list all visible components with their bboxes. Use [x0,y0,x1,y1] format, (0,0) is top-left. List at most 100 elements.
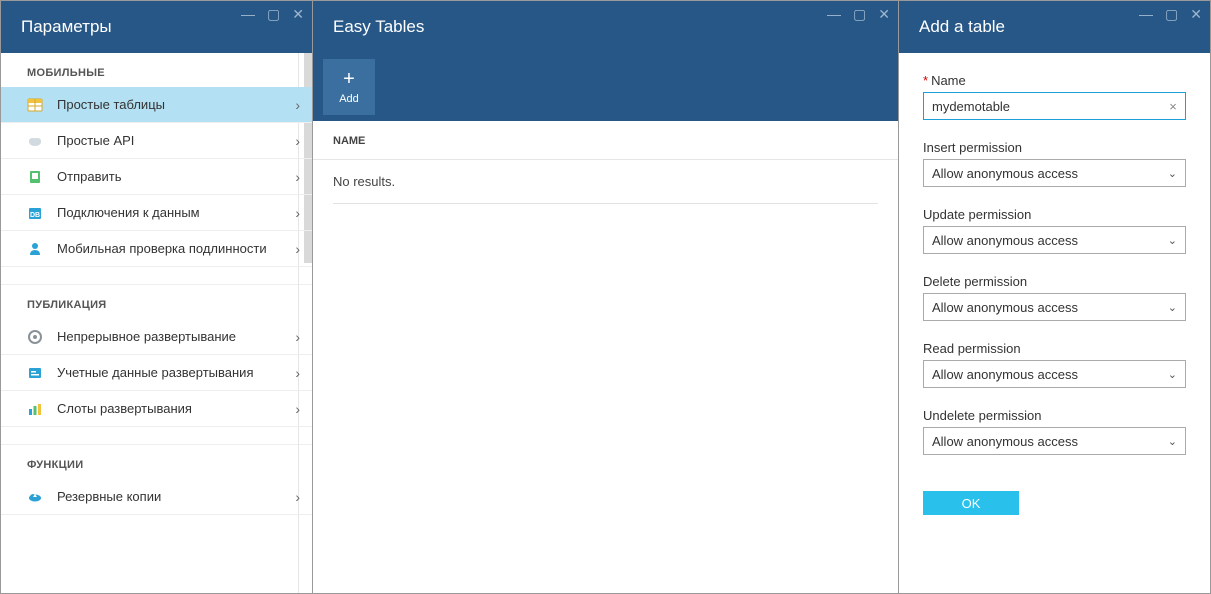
chevron-down-icon: ⌄ [1168,368,1177,381]
chevron-right-icon: › [295,365,300,381]
required-mark: * [923,73,928,88]
label-delete: Delete permission [923,274,1186,289]
ok-button[interactable]: OK [923,491,1019,515]
chevron-right-icon: › [295,169,300,185]
menu-item-data-connections[interactable]: DB Подключения к данным › [1,195,312,231]
blade-body: NAME No results. [313,121,898,593]
select-value: Allow anonymous access [932,367,1078,382]
form-group-update: Update permission Allow anonymous access… [923,207,1186,254]
menu-item-easy-tables[interactable]: Простые таблицы › [1,87,312,123]
svg-text:DB: DB [30,212,40,219]
blade-window-controls: — ▢ ✕ [241,7,304,21]
tables-icon [27,97,43,113]
blade-window-controls: — ▢ ✕ [827,7,890,21]
blade-add-table: Add a table — ▢ ✕ *Name × Insert permiss… [899,1,1210,593]
clear-icon[interactable]: × [1161,99,1185,114]
user-icon [27,241,43,257]
close-icon[interactable]: ✕ [878,7,890,21]
menu-item-mobile-auth[interactable]: Мобильная проверка подлинности › [1,231,312,267]
menu-item-deploy-credentials[interactable]: Учетные данные развертывания › [1,355,312,391]
blade-title: Easy Tables [333,17,424,37]
no-results-text: No results. [313,160,898,203]
menu-label: Мобильная проверка подлинности [57,241,295,256]
form-group-read: Read permission Allow anonymous access ⌄ [923,341,1186,388]
form-group-delete: Delete permission Allow anonymous access… [923,274,1186,321]
menu-section-publication: ПУБЛИКАЦИЯ [1,285,312,319]
plus-icon: + [343,69,355,89]
menu-item-continuous-deploy[interactable]: Непрерывное развертывание › [1,319,312,355]
name-input-wrap: × [923,92,1186,120]
menu-label: Слоты развертывания [57,401,295,416]
blade-title: Add a table [919,17,1005,37]
select-value: Allow anonymous access [932,233,1078,248]
cred-icon [27,365,43,381]
blade-toolbar: + Add [313,53,898,121]
chevron-down-icon: ⌄ [1168,435,1177,448]
name-input[interactable] [924,93,1161,119]
section-gap [1,427,312,445]
select-value: Allow anonymous access [932,166,1078,181]
menu-item-easy-api[interactable]: Простые API › [1,123,312,159]
menu-label: Учетные данные развертывания [57,365,295,380]
chevron-right-icon: › [295,401,300,417]
add-button[interactable]: + Add [323,59,375,115]
blade-body: *Name × Insert permission Allow anonymou… [899,53,1210,593]
chevron-right-icon: › [295,329,300,345]
push-icon [27,169,43,185]
blade-header: Add a table — ▢ ✕ [899,1,1210,53]
minimize-icon[interactable]: — [241,7,255,21]
menu-item-push[interactable]: Отправить › [1,159,312,195]
label-update: Update permission [923,207,1186,222]
label-name: *Name [923,73,1186,88]
label-insert: Insert permission [923,140,1186,155]
blade-header: Параметры — ▢ ✕ [1,1,312,53]
select-value: Allow anonymous access [932,434,1078,449]
minimize-icon[interactable]: — [1139,7,1153,21]
insert-permission-select[interactable]: Allow anonymous access ⌄ [923,159,1186,187]
blade-window-controls: — ▢ ✕ [1139,7,1202,21]
minimize-icon[interactable]: — [827,7,841,21]
label-undelete: Undelete permission [923,408,1186,423]
chevron-down-icon: ⌄ [1168,167,1177,180]
backup-icon [27,489,43,505]
form-group-insert: Insert permission Allow anonymous access… [923,140,1186,187]
close-icon[interactable]: ✕ [1190,7,1202,21]
menu-section-functions: ФУНКЦИИ [1,445,312,479]
menu-section-mobile: МОБИЛЬНЫЕ [1,53,312,87]
chevron-right-icon: › [295,241,300,257]
blade-title: Параметры [21,17,112,37]
form-group-undelete: Undelete permission Allow anonymous acce… [923,408,1186,455]
column-header-name: NAME [313,121,898,160]
menu-label: Подключения к данным [57,205,295,220]
menu-item-backups[interactable]: Резервные копии › [1,479,312,515]
maximize-icon[interactable]: ▢ [853,7,866,21]
read-permission-select[interactable]: Allow anonymous access ⌄ [923,360,1186,388]
gear-icon [27,329,43,345]
label-read: Read permission [923,341,1186,356]
menu-label: Резервные копии [57,489,295,504]
select-value: Allow anonymous access [932,300,1078,315]
menu-item-deploy-slots[interactable]: Слоты развертывания › [1,391,312,427]
blade-parameters: Параметры — ▢ ✕ МОБИЛЬНЫЕ Простые таблиц… [1,1,313,593]
delete-permission-select[interactable]: Allow anonymous access ⌄ [923,293,1186,321]
blade-header: Easy Tables — ▢ ✕ [313,1,898,53]
update-permission-select[interactable]: Allow anonymous access ⌄ [923,226,1186,254]
form-group-name: *Name × [923,73,1186,120]
db-icon: DB [27,205,43,221]
menu-label: Непрерывное развертывание [57,329,295,344]
chevron-down-icon: ⌄ [1168,234,1177,247]
blade-body: МОБИЛЬНЫЕ Простые таблицы › Простые API … [1,53,312,593]
chevron-right-icon: › [295,489,300,505]
slots-icon [27,401,43,417]
maximize-icon[interactable]: ▢ [267,7,280,21]
section-gap [1,267,312,285]
undelete-permission-select[interactable]: Allow anonymous access ⌄ [923,427,1186,455]
blade-easy-tables: Easy Tables — ▢ ✕ + Add NAME No results. [313,1,899,593]
menu-label: Отправить [57,169,295,184]
chevron-down-icon: ⌄ [1168,301,1177,314]
cloud-icon [27,133,43,149]
menu-label: Простые API [57,133,295,148]
close-icon[interactable]: ✕ [292,7,304,21]
maximize-icon[interactable]: ▢ [1165,7,1178,21]
chevron-right-icon: › [295,205,300,221]
